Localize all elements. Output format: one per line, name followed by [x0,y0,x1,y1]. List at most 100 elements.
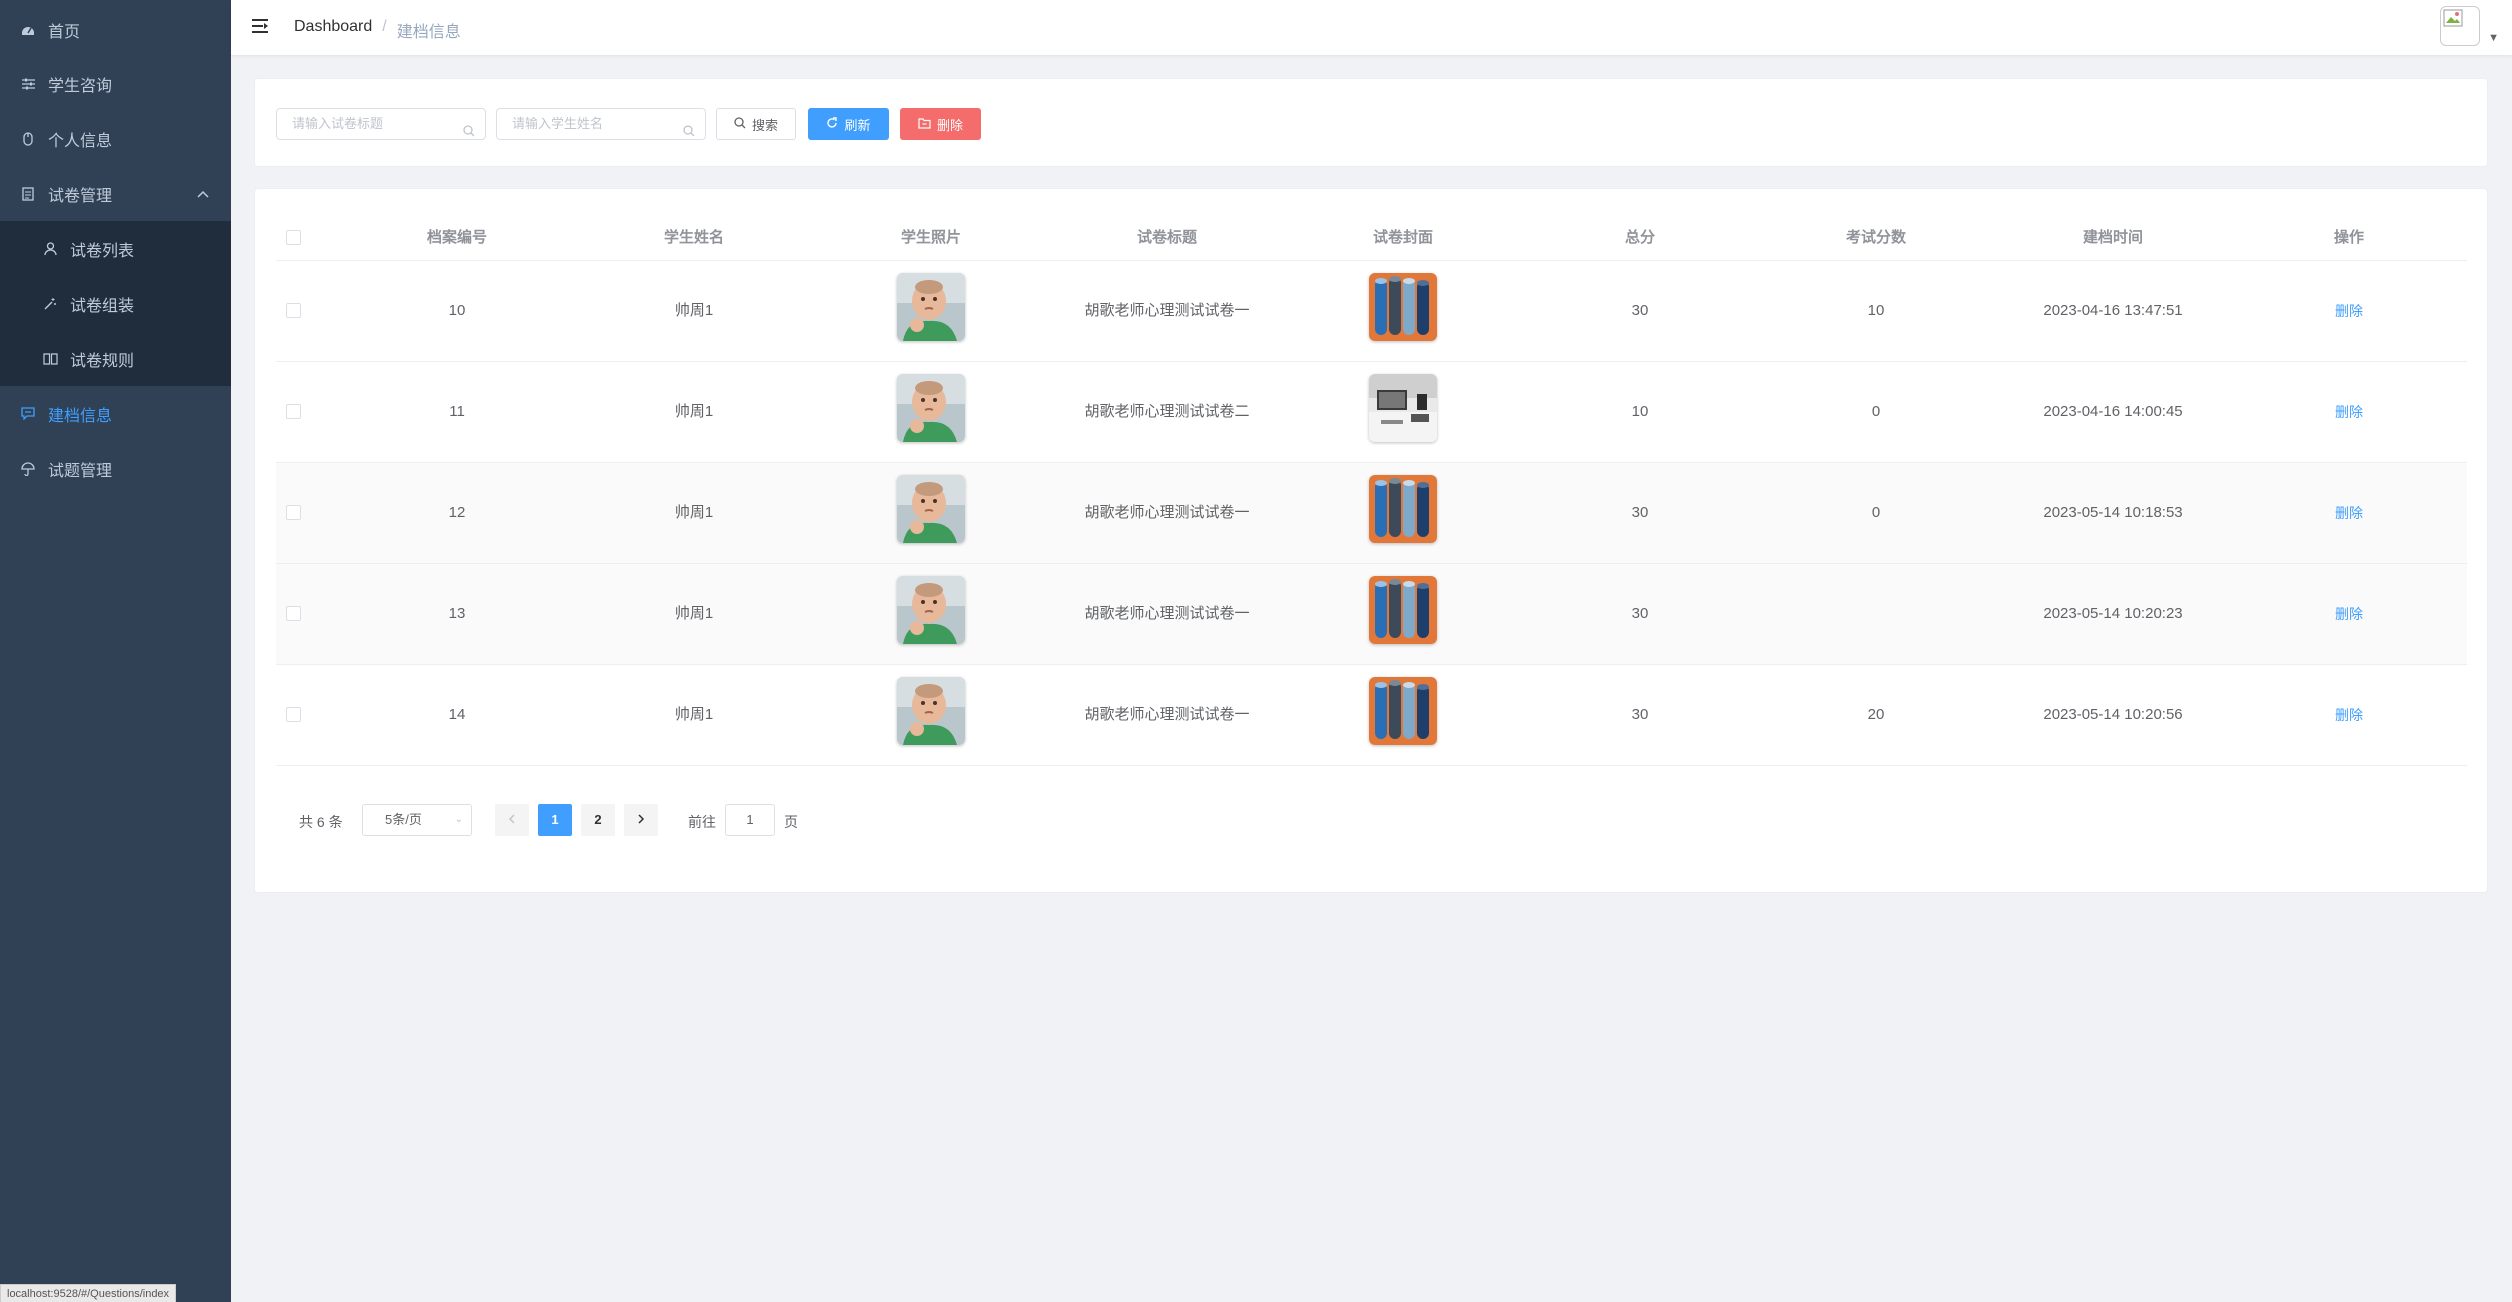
header-exam-cover: 试卷封面 [1372,229,1434,246]
sidebar: 首页 学生咨询 个人信息 试卷管理 试卷列表 试卷组装 试卷规则 建档信息 试题… [0,0,231,1302]
breadcrumb-current: 建档信息 [396,24,461,41]
next-page-button[interactable] [624,804,658,836]
book-icon [42,351,58,367]
cell-exam-score: 10 [1867,302,1885,319]
refresh-button[interactable]: 刷新 [808,108,889,140]
row-checkbox[interactable] [286,404,301,419]
archive-table-panel: 档案编号 学生姓名 学生照片 试卷标题 试卷封面 总分 考试分数 建档时间 操作… [254,188,2488,893]
cell-total-score: 30 [1631,302,1649,319]
cell-exam-title: 胡歌老师心理测试试卷一 [1084,605,1250,622]
chevron-down-icon: ⌄ [454,814,463,825]
filter-panel: 请输入试卷标题 请输入学生姓名 搜索 刷新 删除 [254,78,2488,167]
cell-created-time: 2023-05-14 10:20:23 [2043,605,2183,622]
user-icon [42,241,58,257]
header-exam-score: 考试分数 [1845,229,1907,246]
breadcrumb-home[interactable]: Dashboard [294,18,372,42]
page-size-select[interactable]: 5条/页 ⌄ [362,804,472,836]
row-checkbox[interactable] [286,505,301,520]
sidebar-item-profile[interactable]: 个人信息 [0,111,231,166]
table-row: 14 帅周1 胡歌老师心理测试试卷一 30 20 2023-05-14 10:20:56 删… [276,665,2467,766]
cell-archive-id: 11 [449,403,465,420]
student-photo[interactable] [897,576,965,644]
exam-cover-image[interactable] [1369,273,1437,341]
row-checkbox[interactable] [286,707,301,722]
cell-created-time: 2023-04-16 13:47:51 [2043,302,2183,319]
sliders-icon [20,76,36,92]
page-button-2[interactable]: 2 [581,804,615,836]
sidebar-item-label: 建档信息 [48,407,113,425]
prev-page-button[interactable] [495,804,529,836]
sidebar-item-exam-manage[interactable]: 试卷管理 [0,166,231,221]
mouse-icon [20,131,36,147]
select-all-checkbox[interactable] [286,230,301,245]
page-jump-input[interactable]: 1 [725,804,775,836]
student-name-search-input[interactable]: 请输入学生姓名 [496,108,706,140]
sidebar-item-label: 试卷列表 [70,242,135,260]
input-placeholder: 请输入学生姓名 [512,116,604,131]
exam-cover-image[interactable] [1369,374,1437,442]
table-row: 11 帅周1 胡歌老师心理测试试卷二 10 0 2023-04-16 14:00:45 删除 [276,362,2467,463]
sidebar-item-questions[interactable]: 试题管理 [0,441,231,496]
navbar: Dashboard / 建档信息 ▼ [231,0,2512,55]
dashboard-icon [20,22,36,38]
header-archive-id: 档案编号 [426,229,488,246]
exam-cover-image[interactable] [1369,475,1437,543]
page-button-1[interactable]: 1 [538,804,572,836]
cell-student-name: 帅周1 [674,706,714,723]
cell-created-time: 2023-05-14 10:18:53 [2043,504,2183,521]
search-icon [734,116,746,132]
pagination-total: 共 6 条 [299,814,343,830]
exam-cover-image[interactable] [1369,576,1437,644]
hamburger-icon[interactable] [251,17,271,37]
cell-created-time: 2023-04-16 14:00:45 [2043,403,2183,420]
umbrella-icon [20,461,36,477]
sidebar-item-archive[interactable]: 建档信息 [0,386,231,441]
sidebar-item-label: 个人信息 [48,132,113,150]
student-photo[interactable] [897,374,965,442]
avatar[interactable] [2440,6,2480,46]
goto-label: 前往 [688,814,716,830]
row-checkbox[interactable] [286,606,301,621]
cell-exam-score: 0 [1871,504,1881,521]
exam-title-search-input[interactable]: 请输入试卷标题 [276,108,486,140]
status-url: localhost:9528/#/Questions/index [0,1284,177,1302]
student-photo[interactable] [897,677,965,745]
cell-student-name: 帅周1 [674,605,714,622]
row-checkbox[interactable] [286,303,301,318]
search-icon [683,118,695,137]
search-button[interactable]: 搜索 [716,108,796,140]
cell-exam-score: 0 [1871,403,1881,420]
caret-down-icon[interactable]: ▼ [2488,32,2499,44]
row-delete-link[interactable]: 删除 [2335,362,2363,462]
chat-icon [20,406,36,422]
delete-button[interactable]: 删除 [900,108,981,140]
sidebar-item-label: 试卷组装 [70,297,135,315]
row-delete-link[interactable]: 删除 [2335,564,2363,664]
sidebar-item-label: 试卷规则 [70,352,135,370]
cell-student-name: 帅周1 [674,504,714,521]
exam-cover-image[interactable] [1369,677,1437,745]
student-photo[interactable] [897,475,965,543]
table-header: 档案编号 学生姓名 学生照片 试卷标题 试卷封面 总分 考试分数 建档时间 操作 [276,214,2467,261]
chevron-up-icon [197,187,209,201]
row-delete-link[interactable]: 删除 [2335,463,2363,563]
sidebar-item-label: 首页 [48,23,81,41]
page-unit-label: 页 [784,814,798,830]
cell-student-name: 帅周1 [674,302,714,319]
sidebar-item-label: 试题管理 [48,462,113,480]
chevron-right-icon [637,812,645,827]
student-photo[interactable] [897,273,965,341]
sidebar-item-exam-rules[interactable]: 试卷规则 [0,331,231,386]
table-row: 12 帅周1 胡歌老师心理测试试卷一 30 0 2023-05-14 10:18:53 删除 [276,463,2467,564]
sidebar-item-home[interactable]: 首页 [0,2,231,57]
cell-exam-score: 20 [1867,706,1885,723]
chevron-left-icon [508,812,516,827]
sidebar-item-exam-assemble[interactable]: 试卷组装 [0,276,231,331]
sidebar-item-exam-list[interactable]: 试卷列表 [0,221,231,276]
row-delete-link[interactable]: 删除 [2335,665,2363,765]
sidebar-item-consult[interactable]: 学生咨询 [0,56,231,111]
header-exam-title: 试卷标题 [1136,229,1198,246]
magic-icon [42,296,58,312]
row-delete-link[interactable]: 删除 [2335,261,2363,361]
header-total-score: 总分 [1624,229,1656,246]
